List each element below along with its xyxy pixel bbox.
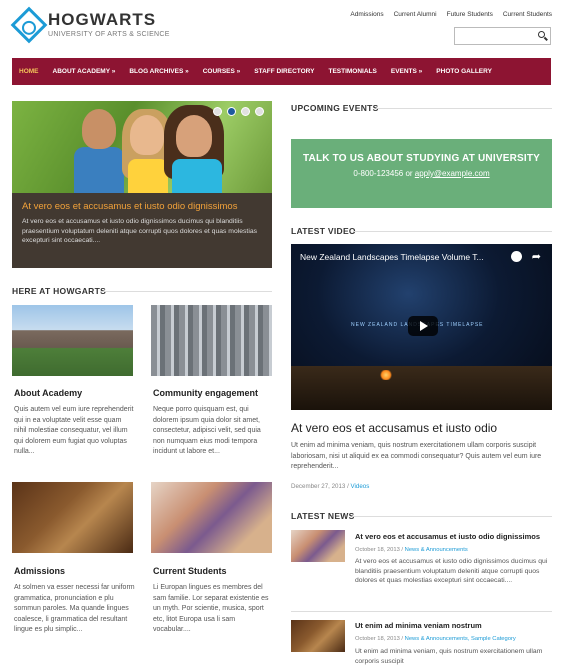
news-item-title[interactable]: At vero eos et accusamus et iusto odio d… [355, 532, 540, 541]
share-icon[interactable]: ➦ [532, 250, 541, 263]
hero-slide-image [12, 101, 272, 193]
slider-caption-text: At vero eos et accusamus et iusto odio d… [22, 218, 258, 244]
current-students-title[interactable]: Current Students [153, 566, 227, 576]
about-academy-text: Quis autem vel eum iure reprehenderit qu… [14, 406, 134, 455]
divider [376, 108, 552, 109]
top-link-future-students[interactable]: Future Students [447, 11, 493, 18]
video-heading: LATEST VIDEO [291, 226, 356, 236]
video-title[interactable]: New Zealand Landscapes Timelapse Volume … [300, 252, 484, 262]
play-icon[interactable] [408, 316, 438, 336]
top-link-current-students[interactable]: Current Students [503, 11, 552, 18]
admissions-image[interactable] [12, 482, 133, 553]
divider [352, 516, 552, 517]
featured-post-meta: December 27, 2013 / Videos [291, 483, 369, 490]
nav-staff-directory[interactable]: STAFF DIRECTORY [247, 58, 321, 85]
slider-dot[interactable] [255, 107, 264, 116]
site-logo[interactable]: HOGWARTS UNIVERSITY OF ARTS & SCIENCE [10, 6, 170, 44]
cta-phone: 0-800-123456 [353, 169, 404, 178]
news-item-date: October 18, 2013 [355, 636, 400, 642]
about-academy-title[interactable]: About Academy [14, 388, 82, 398]
divider [291, 611, 552, 612]
top-links: Admissions Current Alumni Future Student… [350, 11, 552, 18]
slider-caption: At vero eos et accusamus et iusto odio d… [12, 193, 272, 268]
news-item-text: Ut enim ad minima veniam, quis nostrum e… [355, 648, 543, 665]
admissions-title[interactable]: Admissions [14, 566, 65, 576]
news-item-date: October 18, 2013 [355, 547, 400, 553]
community-image[interactable] [151, 305, 272, 376]
community-title[interactable]: Community engagement [153, 388, 258, 398]
featured-post-category[interactable]: Videos [351, 483, 370, 490]
nav-home[interactable]: HOME [12, 58, 46, 85]
hero-slider[interactable]: At vero eos et accusamus et iusto odio d… [12, 101, 272, 268]
top-link-current-alumni[interactable]: Current Alumni [394, 11, 437, 18]
search-icon[interactable] [538, 31, 545, 38]
news-item-meta: October 18, 2013 / News & Announcements [355, 547, 468, 553]
cta-email-link[interactable]: apply@example.com [415, 169, 490, 178]
divider [100, 291, 272, 292]
about-academy-image[interactable] [12, 305, 133, 376]
news-thumbnail[interactable] [291, 530, 345, 562]
logo-icon [10, 6, 48, 44]
nav-photo-gallery[interactable]: PHOTO GALLERY [429, 58, 499, 85]
video-player[interactable]: New Zealand Landscapes Timelapse Volume … [291, 244, 552, 410]
watch-later-icon[interactable] [511, 251, 522, 262]
brand-tagline: UNIVERSITY OF ARTS & SCIENCE [48, 30, 170, 38]
news-item-meta: October 18, 2013 / News & Announcements,… [355, 636, 516, 642]
news-item-title[interactable]: Ut enim ad minima veniam nostrum [355, 621, 482, 630]
nav-blog-archives[interactable]: BLOG ARCHIVES » [122, 58, 195, 85]
cta-title: TALK TO US ABOUT STUDYING AT UNIVERSITY [302, 153, 541, 164]
cta-contact: 0-800-123456 or apply@example.com [291, 169, 552, 178]
here-heading: HERE AT HOWGARTS [12, 286, 107, 296]
current-students-text: Li Europan lingues es membres del sam fa… [153, 584, 269, 633]
current-students-image[interactable] [151, 482, 272, 553]
top-link-admissions[interactable]: Admissions [350, 11, 383, 18]
slider-caption-title[interactable]: At vero eos et accusamus et iusto odio d… [22, 201, 262, 212]
cta-box: TALK TO US ABOUT STUDYING AT UNIVERSITY … [291, 139, 552, 208]
news-item-text: At vero eos et accusamus et iusto odio d… [355, 558, 548, 584]
search-input[interactable] [454, 27, 551, 45]
featured-post-title[interactable]: At vero eos et accusamus et iusto odio [291, 421, 497, 435]
nav-events[interactable]: EVENTS » [384, 58, 429, 85]
events-heading: UPCOMING EVENTS [291, 103, 379, 113]
slider-dot[interactable] [227, 107, 236, 116]
brand-name: HOGWARTS [48, 9, 157, 29]
divider [354, 231, 552, 232]
news-item-category[interactable]: News & Announcements, Sample Category [405, 636, 516, 642]
community-text: Neque porro quisquam est, qui dolorem ip… [153, 406, 261, 455]
slider-dots [213, 107, 264, 116]
nav-about-academy[interactable]: ABOUT ACADEMY » [46, 58, 123, 85]
news-item-category[interactable]: News & Announcements [405, 547, 468, 553]
news-thumbnail[interactable] [291, 620, 345, 652]
slider-dot[interactable] [213, 107, 222, 116]
nav-testimonials[interactable]: TESTIMONIALS [321, 58, 383, 85]
admissions-text: At solmen va esser necessi far uniform g… [14, 584, 135, 633]
cta-or: or [403, 169, 415, 178]
main-nav: HOME ABOUT ACADEMY » BLOG ARCHIVES » COU… [12, 58, 551, 85]
news-heading: LATEST NEWS [291, 511, 355, 521]
slider-dot[interactable] [241, 107, 250, 116]
featured-post-text: Ut enim ad minima veniam, quis nostrum e… [291, 442, 542, 470]
nav-courses[interactable]: COURSES » [196, 58, 248, 85]
featured-post-date: December 27, 2013 [291, 483, 346, 490]
